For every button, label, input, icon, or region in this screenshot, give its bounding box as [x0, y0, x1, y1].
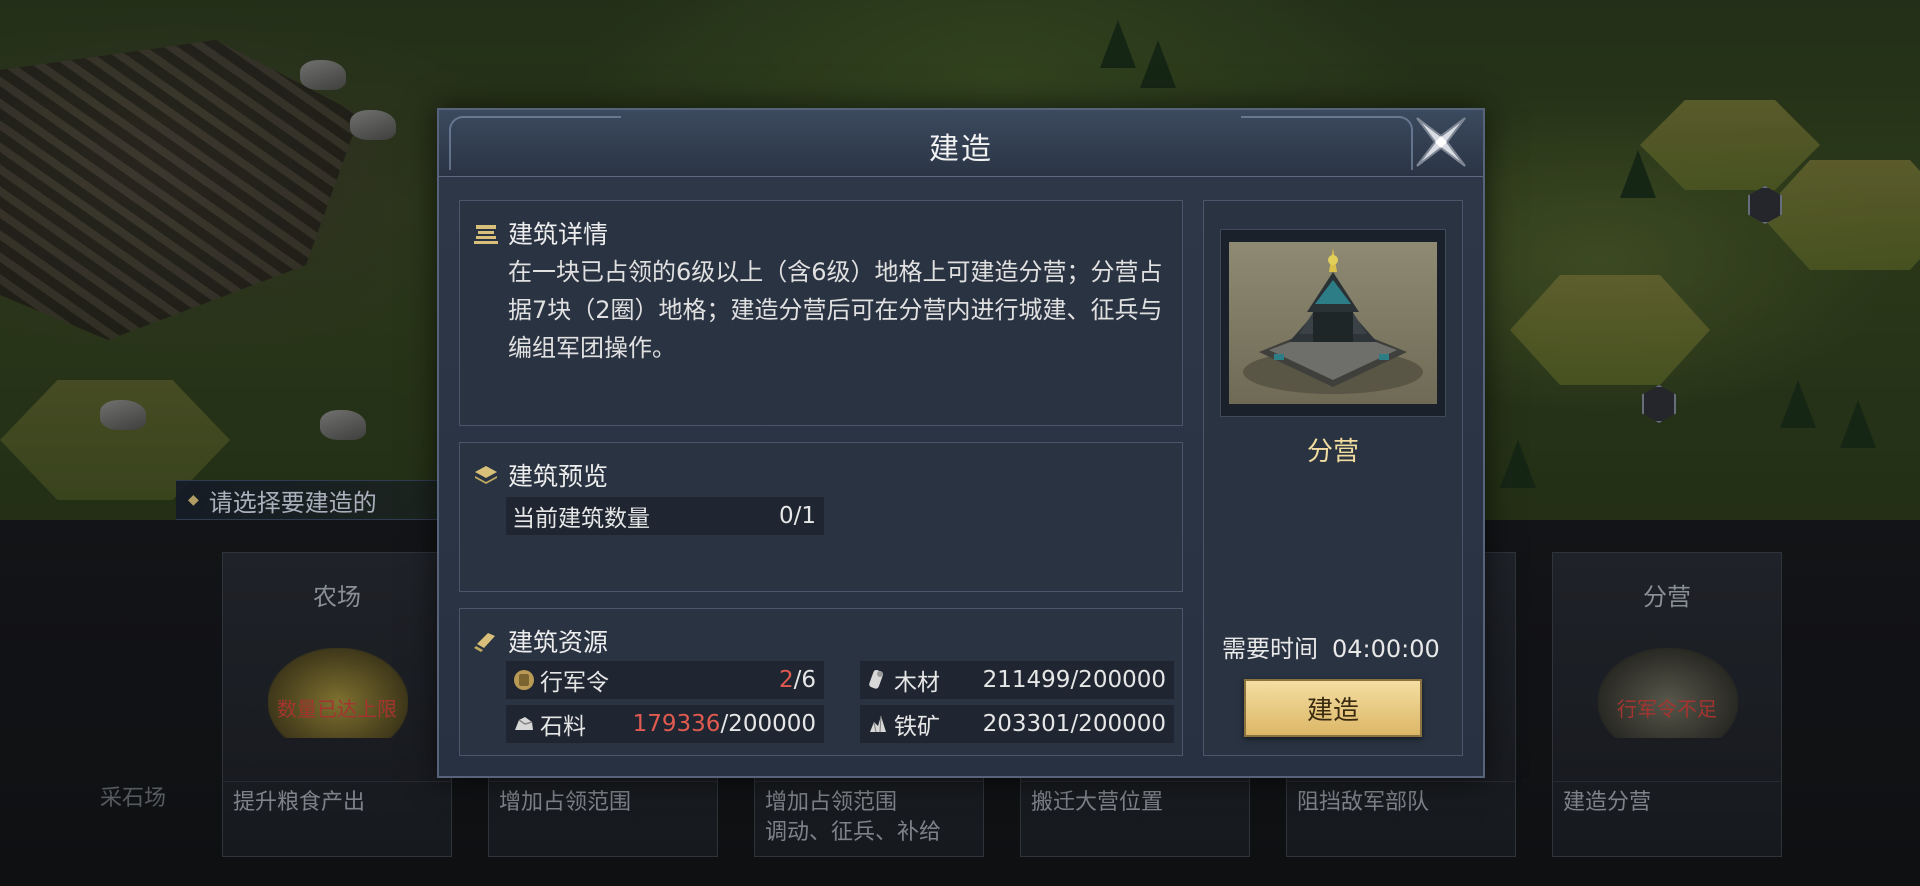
layers-icon	[475, 466, 497, 484]
build-dialog: 建造 建筑详情 在一块已占领的6级以上（含6级）地格上可建造分营；分营占据7块（…	[437, 108, 1485, 778]
resource-have: 2	[778, 667, 794, 693]
building-resources-section: 建筑资源 行军令 2/6 木材 211499/200000 石料 179336/…	[459, 608, 1183, 756]
build-time-label: 需要时间	[1222, 635, 1318, 663]
resource-row-stone: 石料 179336/200000	[506, 705, 824, 743]
wood-icon	[869, 669, 884, 689]
building-count-label: 当前建筑数量	[512, 506, 650, 532]
details-description: 在一块已占领的6级以上（含6级）地格上可建造分营；分营占据7块（2圈）地格；建造…	[508, 258, 1163, 362]
building-count-row: 当前建筑数量 0/1	[506, 497, 824, 535]
details-heading: 建筑详情	[474, 215, 608, 251]
building-count-value: 0/1	[778, 503, 816, 529]
stone-icon	[515, 717, 533, 730]
build-button[interactable]: 建造	[1244, 679, 1422, 737]
resource-need: /200000	[1070, 667, 1166, 693]
resource-need: /200000	[720, 711, 816, 737]
iron-icon	[870, 715, 886, 733]
march-order-icon	[514, 670, 534, 690]
resource-need: /200000	[1070, 711, 1166, 737]
build-time-value: 04:00:00	[1332, 635, 1440, 663]
dialog-title: 建造	[929, 132, 993, 167]
building-image-frame	[1220, 229, 1446, 417]
branch-camp-image	[1229, 242, 1437, 404]
resource-row-wood: 木材 211499/200000	[860, 661, 1174, 699]
scroll-icon	[474, 633, 495, 652]
resource-label: 铁矿	[894, 714, 940, 740]
build-time: 需要时间 04:00:00	[1222, 629, 1440, 664]
close-icon	[1416, 117, 1466, 167]
close-button[interactable]	[1409, 110, 1473, 174]
resources-heading: 建筑资源	[474, 623, 608, 659]
dialog-header: 建造	[439, 110, 1483, 177]
preview-heading: 建筑预览	[474, 457, 608, 493]
building-icon	[474, 225, 498, 244]
building-details-section: 建筑详情 在一块已占领的6级以上（含6级）地格上可建造分营；分营占据7块（2圈）…	[459, 200, 1183, 426]
building-summary-panel: 分营 需要时间 04:00:00 建造	[1203, 200, 1463, 756]
building-name: 分营	[1306, 437, 1359, 467]
details-heading-text: 建筑详情	[508, 220, 609, 249]
resource-label: 木材	[894, 670, 940, 696]
resource-have: 203301	[982, 711, 1071, 737]
resource-have: 179336	[632, 711, 721, 737]
building-preview-section: 建筑预览 当前建筑数量 0/1	[459, 442, 1183, 592]
resource-row-march-order: 行军令 2/6	[506, 661, 824, 699]
resource-need: /6	[793, 667, 816, 693]
resources-heading-text: 建筑资源	[508, 628, 609, 657]
resource-have: 211499	[982, 667, 1071, 693]
branch-camp-illustration	[1243, 248, 1423, 394]
resource-row-iron: 铁矿 203301/200000	[860, 705, 1174, 743]
preview-heading-text: 建筑预览	[508, 462, 609, 491]
resource-label: 行军令	[540, 670, 609, 696]
resource-label: 石料	[540, 714, 586, 740]
